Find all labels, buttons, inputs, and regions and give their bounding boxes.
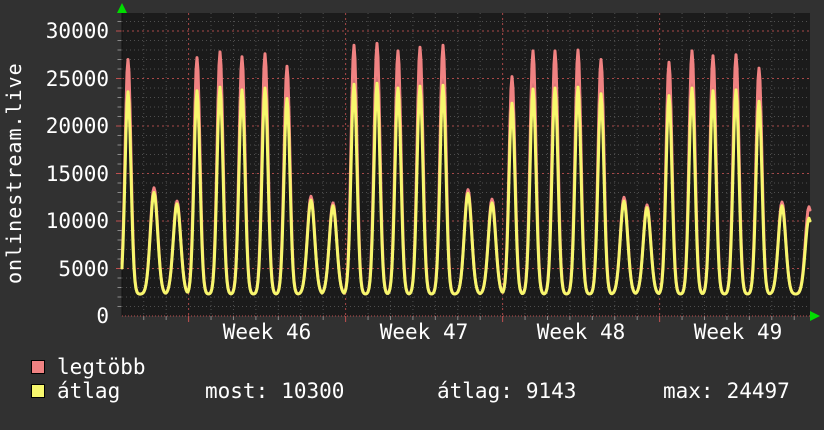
stat-most: most: 10300	[205, 380, 344, 402]
atlag-swatch-icon	[31, 384, 45, 398]
legtobb-swatch-icon	[31, 360, 45, 374]
legend-label-legtobb: legtöbb	[57, 355, 146, 379]
legend-label-atlag: átlag	[57, 379, 121, 403]
stat-atlag-label: átlag:	[437, 379, 513, 403]
y-axis-arrow-icon	[117, 3, 127, 13]
rrd-graph: onlinestream.live 30000 25000 20000 15000 10…	[0, 0, 824, 430]
x-axis-arrow-icon	[810, 311, 820, 321]
stat-max: max: 24497	[663, 380, 790, 402]
stat-most-value: 10300	[281, 379, 345, 403]
stat-atlag: átlag: 9143	[437, 380, 576, 402]
stat-atlag-value: 9143	[525, 379, 577, 403]
stat-max-value: 24497	[726, 379, 790, 403]
stat-most-label: most:	[205, 379, 269, 403]
stat-max-label: max:	[663, 379, 714, 403]
chart-canvas	[116, 3, 820, 322]
legend-item-atlag: átlag	[31, 379, 121, 403]
legend-item-legtobb: legtöbb	[31, 355, 146, 379]
